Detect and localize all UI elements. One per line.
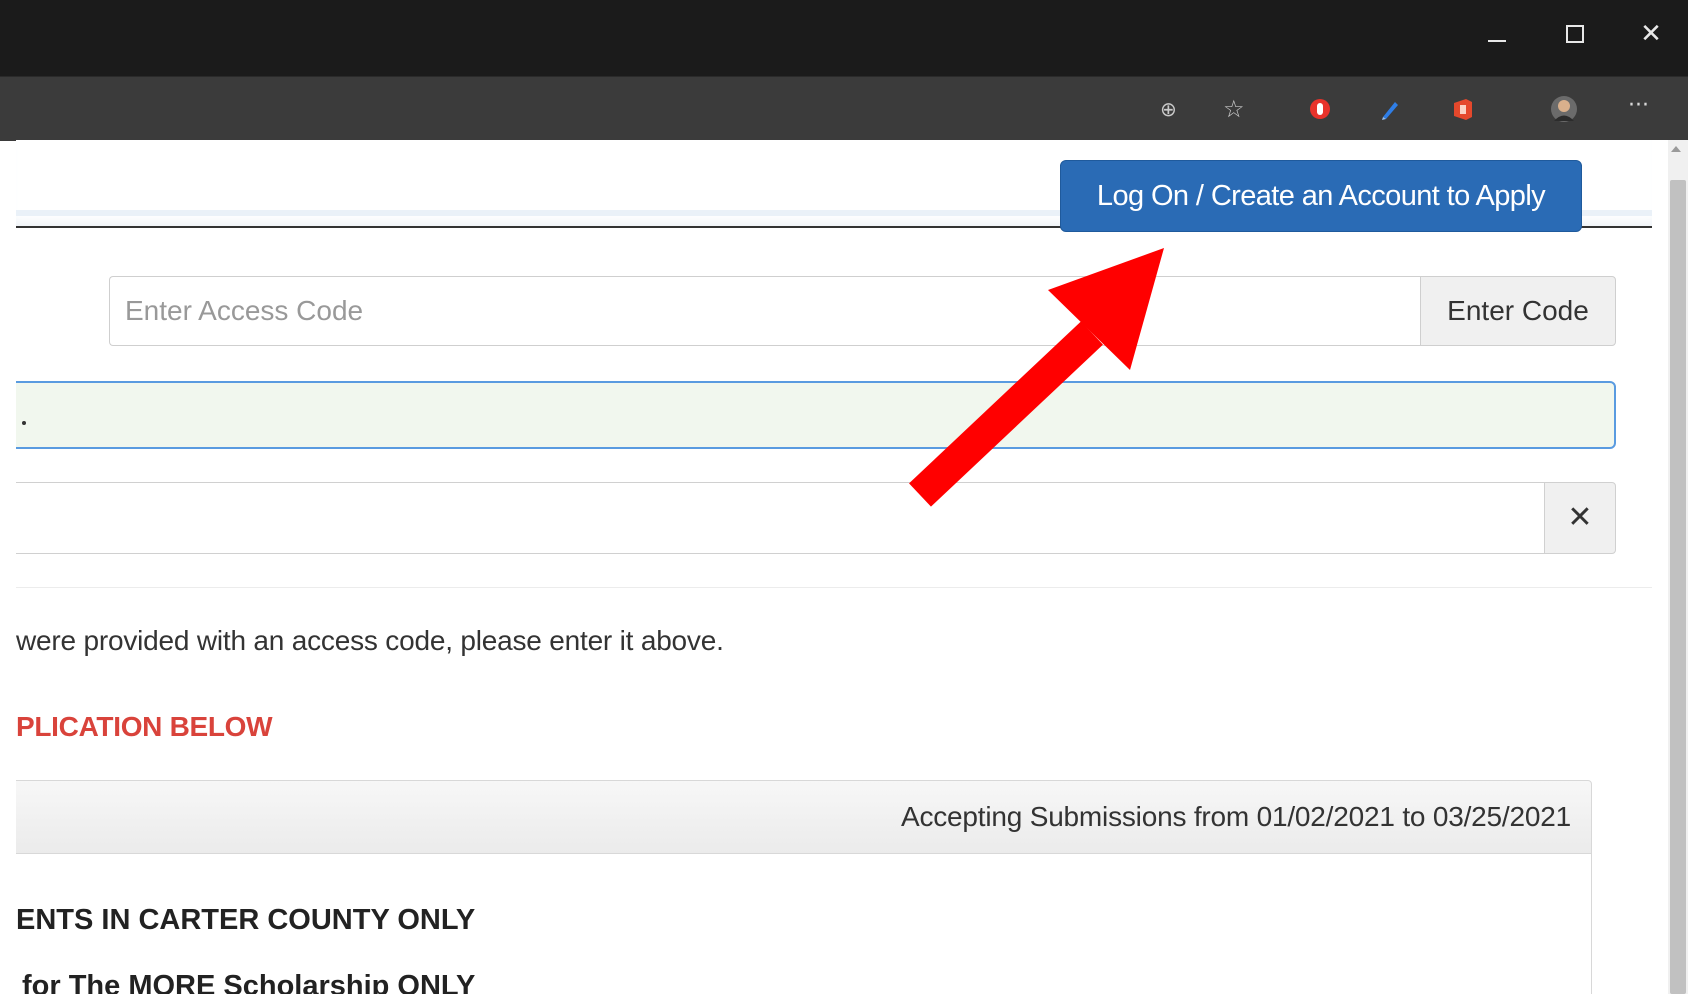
highlighted-field[interactable]	[16, 381, 1616, 449]
maximize-icon	[1566, 25, 1584, 43]
extension-adblock-icon[interactable]	[1305, 94, 1335, 124]
minimize-button[interactable]	[1468, 10, 1526, 58]
access-code-instructions: were provided with an access code, pleas…	[16, 625, 724, 656]
enter-code-button[interactable]: Enter Code	[1420, 276, 1616, 346]
close-x-icon: ✕	[1567, 500, 1593, 535]
more-options-icon[interactable]: ···	[1628, 94, 1658, 124]
profile-avatar[interactable]	[1549, 94, 1579, 124]
scroll-up-arrow-icon[interactable]	[1671, 146, 1681, 152]
field-text-fragment	[22, 421, 26, 425]
logon-create-account-button[interactable]: Log On / Create an Account to Apply	[1060, 160, 1582, 232]
extension-office-icon[interactable]	[1448, 94, 1478, 124]
window-title-bar: ✕	[0, 0, 1688, 76]
page-viewport: Log On / Create an Account to Apply Ente…	[16, 140, 1668, 994]
maximize-button[interactable]	[1545, 10, 1603, 58]
minimize-icon	[1488, 40, 1506, 42]
county-eligibility-heading: ENTS IN CARTER COUNTY ONLY	[16, 904, 476, 936]
application-heading: PLICATION BELOW	[16, 711, 273, 742]
favorite-star-icon[interactable]: ☆	[1223, 94, 1253, 124]
page-scrollbar-thumb[interactable]	[1670, 180, 1686, 994]
extension-pen-icon[interactable]	[1375, 94, 1405, 124]
submission-dates: Accepting Submissions from 01/02/2021 to…	[900, 801, 1571, 832]
clear-filter-button[interactable]: ✕	[1544, 482, 1616, 554]
browser-toolbar: ⊕ ☆ ···	[0, 76, 1688, 141]
close-window-button[interactable]: ✕	[1622, 10, 1680, 58]
close-icon: ✕	[1640, 19, 1662, 49]
section-divider	[16, 587, 1652, 588]
zoom-icon[interactable]: ⊕	[1160, 94, 1190, 124]
opportunity-card-header: Accepting Submissions from 01/02/2021 to…	[16, 780, 1592, 854]
filter-input[interactable]	[16, 482, 1544, 554]
scholarship-heading: for The MORE Scholarship ONLY	[22, 970, 476, 994]
access-code-input[interactable]: Enter Access Code	[109, 276, 1421, 346]
